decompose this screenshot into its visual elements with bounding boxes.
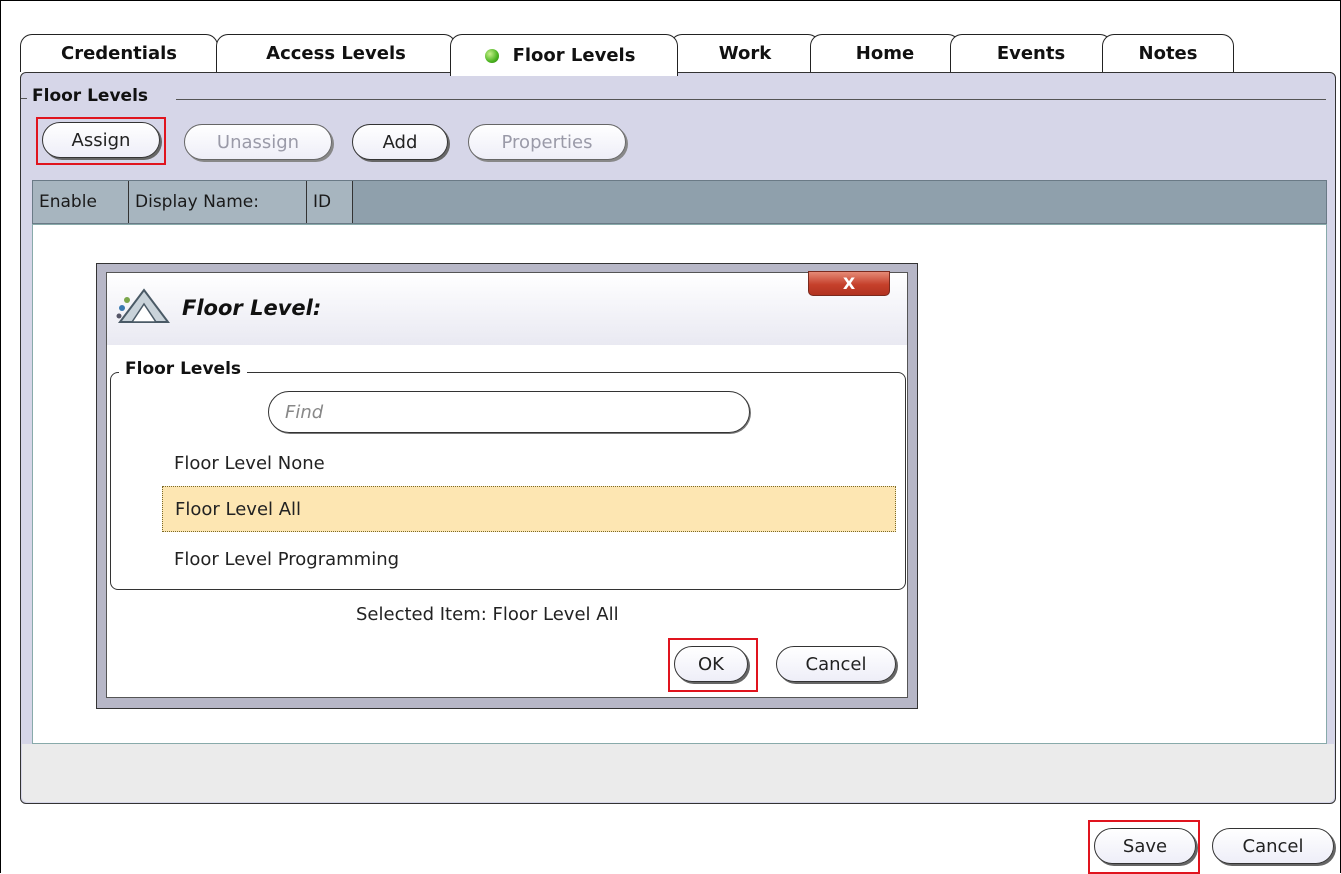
green-dot-icon (484, 48, 499, 63)
tab-home[interactable]: Home (810, 34, 960, 72)
panel-legend: Floor Levels (28, 86, 153, 106)
selected-item-label: Selected Item: Floor Level All (356, 604, 619, 625)
tab-notes[interactable]: Notes (1102, 34, 1234, 72)
tab-label: Notes (1138, 43, 1198, 64)
save-button[interactable]: Save (1094, 828, 1196, 864)
list-item-floor-level-none[interactable]: Floor Level None (162, 440, 896, 486)
find-input[interactable]: Find (268, 391, 750, 433)
group-legend: Floor Levels (119, 359, 248, 379)
tab-label: Home (855, 43, 915, 64)
column-header-id[interactable]: ID (307, 181, 353, 223)
close-button[interactable]: X (808, 271, 890, 296)
dialog-cancel-button[interactable]: Cancel (776, 646, 896, 682)
assign-button[interactable]: Assign (42, 122, 160, 158)
panel-footer (22, 744, 1334, 802)
properties-button[interactable]: Properties (468, 124, 626, 160)
tab-credentials[interactable]: Credentials (20, 34, 218, 72)
tab-work[interactable]: Work (670, 34, 820, 72)
grid-header: Enable Display Name: ID (32, 180, 1327, 224)
tab-access-levels[interactable]: Access Levels (216, 34, 456, 72)
group-border (21, 98, 27, 99)
tab-events[interactable]: Events (950, 34, 1112, 72)
cancel-button[interactable]: Cancel (1212, 828, 1334, 864)
group-border (176, 99, 1326, 100)
tab-label: Floor Levels (512, 45, 636, 66)
column-header-enable[interactable]: Enable (33, 181, 129, 223)
close-icon: X (842, 274, 856, 293)
ok-button[interactable]: OK (674, 646, 748, 682)
app-logo-icon (116, 288, 170, 323)
tab-label: Access Levels (266, 43, 406, 64)
find-placeholder: Find (285, 401, 324, 423)
list-item-floor-level-all[interactable]: Floor Level All (162, 486, 896, 532)
add-button[interactable]: Add (352, 124, 448, 160)
tab-floor-levels[interactable]: Floor Levels (450, 34, 678, 76)
column-header-display-name[interactable]: Display Name: (129, 181, 307, 223)
list-item-floor-level-programming[interactable]: Floor Level Programming (162, 536, 896, 582)
tab-label: Credentials (60, 43, 177, 64)
tab-label: Events (996, 43, 1066, 64)
tab-strip: Credentials Access Levels Floor Levels W… (20, 34, 1340, 76)
unassign-button[interactable]: Unassign (184, 124, 332, 160)
dialog-title: Floor Level: (182, 296, 322, 320)
tab-label: Work (718, 43, 772, 64)
